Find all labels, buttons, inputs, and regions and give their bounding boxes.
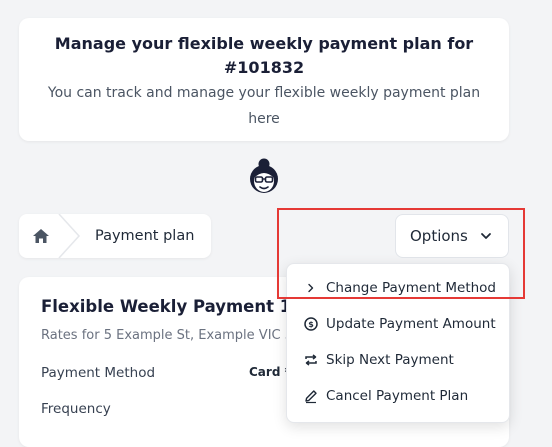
menu-item-label: Skip Next Payment xyxy=(326,352,454,368)
plan-title: Flexible Weekly Payment 101 xyxy=(41,297,286,316)
assistant-avatar-icon xyxy=(250,158,278,193)
chevron-right-icon xyxy=(308,283,314,293)
page-subtitle: You can track and manage your flexible w… xyxy=(47,85,481,127)
menu-item-skip-next-payment[interactable]: Skip Next Payment xyxy=(287,342,509,378)
breadcrumb: Payment plan xyxy=(19,214,211,258)
frequency-label: Frequency xyxy=(41,401,111,417)
breadcrumb-current: Payment plan xyxy=(95,228,195,244)
page-title: Manage your flexible weekly payment plan… xyxy=(54,34,474,77)
payment-method-label: Payment Method xyxy=(41,365,156,381)
options-label: Options xyxy=(410,227,468,245)
menu-item-change-payment-method[interactable]: Change Payment Method xyxy=(287,270,509,306)
options-button[interactable]: Options xyxy=(395,214,509,258)
chevron-down-icon xyxy=(481,233,491,239)
home-icon[interactable] xyxy=(31,227,51,245)
menu-item-update-payment-amount[interactable]: $ Update Payment Amount xyxy=(287,306,509,342)
menu-item-cancel-payment-plan[interactable]: Cancel Payment Plan xyxy=(287,378,509,414)
menu-item-label: Update Payment Amount xyxy=(326,316,496,332)
plan-subtitle: Rates for 5 Example St, Example VIC 3 xyxy=(41,328,286,343)
options-menu: Change Payment Method $ Update Payment A… xyxy=(286,263,510,423)
pencil-icon xyxy=(305,390,317,404)
dollar-circle-icon: $ xyxy=(304,317,318,331)
repeat-icon xyxy=(305,354,317,366)
payment-method-value: Card * xyxy=(249,365,291,379)
menu-item-label: Cancel Payment Plan xyxy=(326,388,469,404)
breadcrumb-separator-icon xyxy=(58,214,81,258)
svg-text:$: $ xyxy=(308,320,314,329)
plan-header-card: Manage your flexible weekly payment plan… xyxy=(19,18,509,141)
menu-item-label: Change Payment Method xyxy=(326,280,497,296)
